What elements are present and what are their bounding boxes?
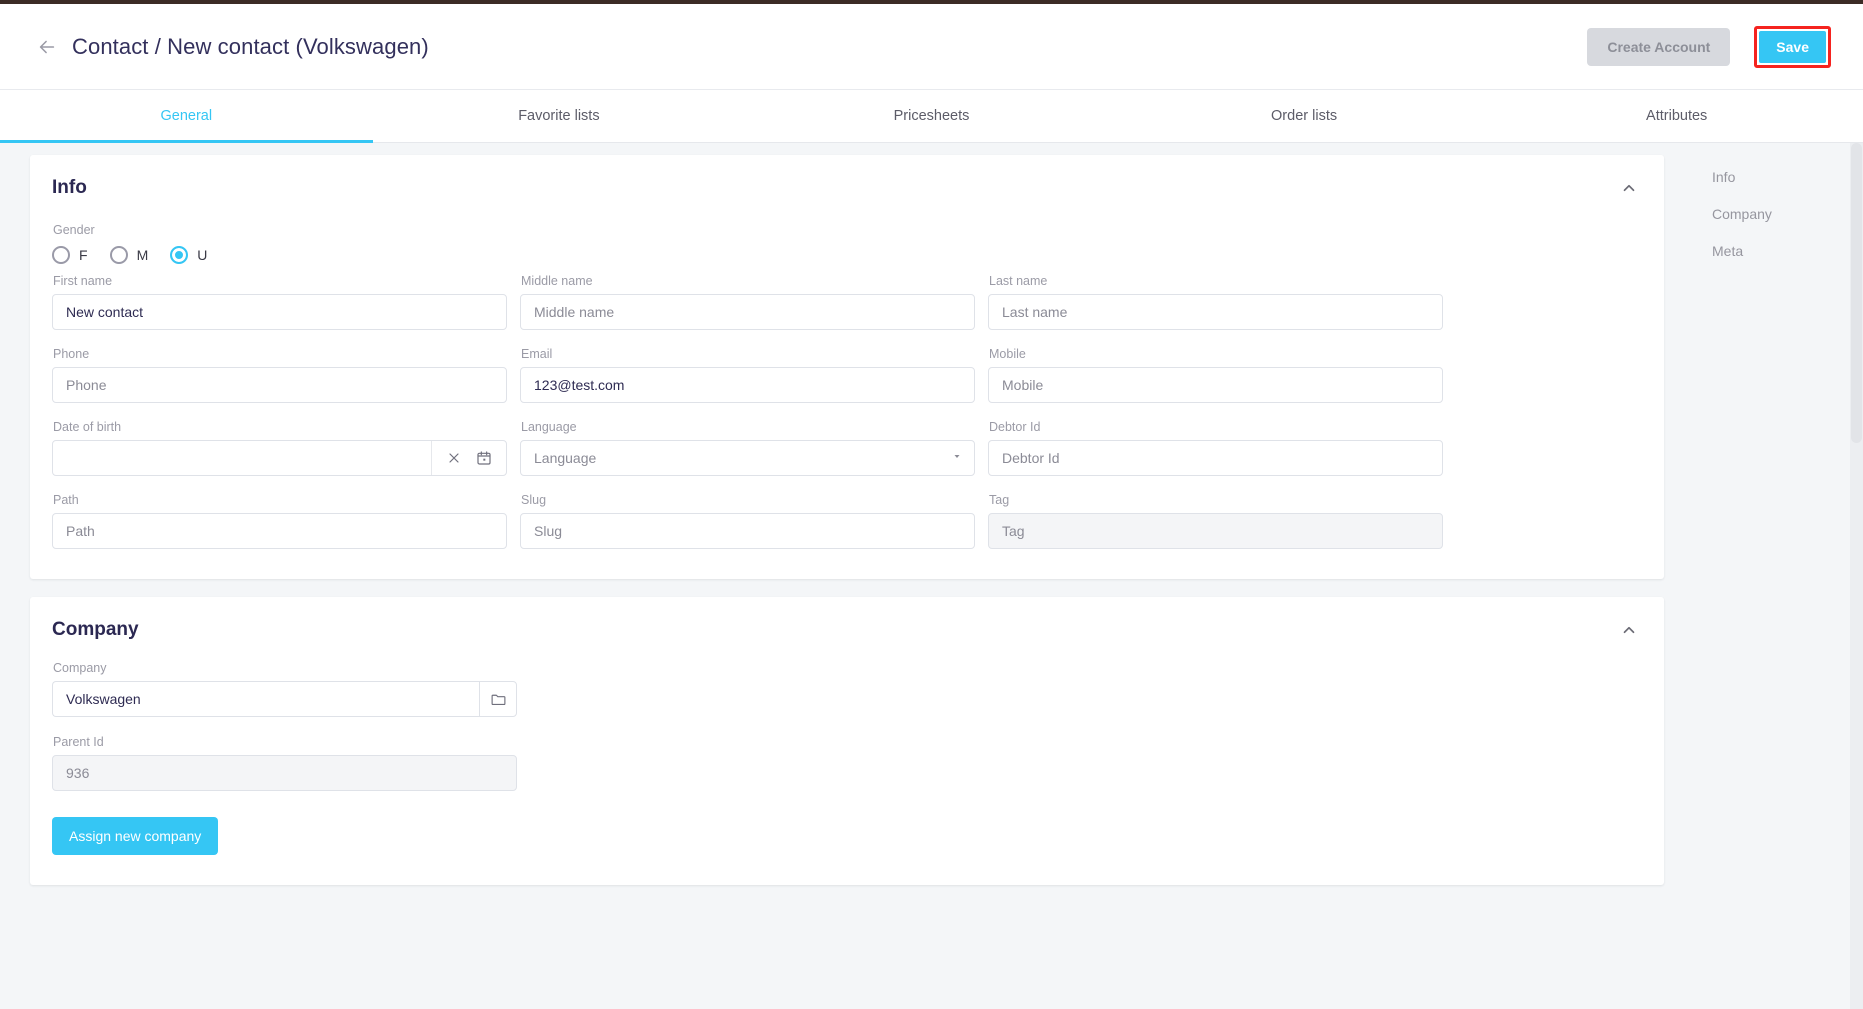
save-button-highlight: Save bbox=[1754, 25, 1831, 68]
gender-radio-group: F M U bbox=[52, 246, 1640, 264]
language-select[interactable] bbox=[520, 440, 975, 476]
info-section-header: Info bbox=[52, 177, 1640, 201]
rail-item-info[interactable]: Info bbox=[1712, 169, 1850, 185]
company-section-header: Company bbox=[52, 619, 1640, 643]
middle-name-input[interactable] bbox=[520, 294, 975, 330]
first-name-label: First name bbox=[53, 274, 113, 288]
back-arrow-icon[interactable] bbox=[34, 34, 60, 60]
language-label: Language bbox=[521, 420, 577, 434]
create-account-button[interactable]: Create Account bbox=[1587, 27, 1731, 66]
chevron-up-icon[interactable] bbox=[1618, 177, 1640, 199]
tab-pricesheets[interactable]: Pricesheets bbox=[745, 90, 1118, 142]
tag-field: Tag bbox=[988, 493, 1443, 549]
date-of-birth-control bbox=[52, 440, 507, 476]
language-select-wrap bbox=[520, 440, 975, 476]
company-name-label: Company bbox=[53, 661, 107, 675]
gender-radio-m[interactable] bbox=[109, 246, 128, 264]
info-section-title: Info bbox=[52, 177, 87, 198]
company-section-title: Company bbox=[52, 619, 139, 640]
gender-label: Gender bbox=[53, 223, 95, 237]
tab-bar: General Favorite lists Pricesheets Order… bbox=[0, 90, 1863, 143]
slug-field: Slug bbox=[520, 493, 975, 549]
middle-name-label: Middle name bbox=[521, 274, 593, 288]
middle-name-field: Middle name bbox=[520, 274, 975, 330]
last-name-input[interactable] bbox=[988, 294, 1443, 330]
save-button[interactable]: Save bbox=[1759, 30, 1826, 63]
tag-input[interactable] bbox=[988, 513, 1443, 549]
gender-radio-f-label: F bbox=[79, 247, 88, 263]
last-name-label: Last name bbox=[989, 274, 1048, 288]
section-nav-rail: Info Company Meta bbox=[1690, 143, 1850, 280]
page-scrollbar[interactable] bbox=[1850, 143, 1863, 1009]
info-field-grid: First name Middle name Last name Phone E bbox=[52, 274, 1640, 549]
language-field: Language bbox=[520, 420, 975, 476]
phone-field: Phone bbox=[52, 347, 507, 403]
info-section: Info Gender F M U First name New contact… bbox=[30, 155, 1664, 579]
mobile-input[interactable] bbox=[988, 367, 1443, 403]
gender-radio-u-label: U bbox=[197, 247, 208, 263]
gender-radio-f[interactable] bbox=[52, 246, 70, 264]
company-name-input[interactable] bbox=[52, 681, 479, 717]
form-content: Info Gender F M U First name New contact… bbox=[0, 143, 1690, 1009]
path-field: Path bbox=[52, 493, 507, 549]
page-scrollbar-thumb[interactable] bbox=[1851, 143, 1862, 443]
tag-label: Tag bbox=[989, 493, 1010, 507]
last-name-field: Last name bbox=[988, 274, 1443, 330]
email-input[interactable] bbox=[520, 367, 975, 403]
rail-item-meta[interactable]: Meta bbox=[1712, 243, 1850, 259]
chevron-up-icon[interactable] bbox=[1618, 619, 1640, 641]
page-body: Info Gender F M U First name New contact… bbox=[0, 143, 1863, 1009]
gender-radio-u[interactable] bbox=[170, 246, 189, 264]
folder-icon[interactable] bbox=[479, 681, 517, 717]
debtor-id-field: Debtor Id bbox=[988, 420, 1443, 476]
parent-id-input[interactable] bbox=[52, 755, 517, 791]
date-of-birth-buttons bbox=[431, 441, 506, 475]
parent-id-field: Parent Id bbox=[52, 735, 517, 791]
date-of-birth-field: Date of birth bbox=[52, 420, 507, 476]
date-of-birth-label: Date of birth bbox=[53, 420, 122, 434]
company-section: Company Company Volkswagen Parent Id 936… bbox=[30, 597, 1664, 885]
slug-input[interactable] bbox=[520, 513, 975, 549]
slug-label: Slug bbox=[521, 493, 547, 507]
page-header: Contact / New contact (Volkswagen) Creat… bbox=[0, 4, 1863, 90]
phone-label: Phone bbox=[53, 347, 90, 361]
debtor-id-label: Debtor Id bbox=[989, 420, 1041, 434]
gender-radio-m-label: M bbox=[136, 247, 149, 263]
tab-order-lists[interactable]: Order lists bbox=[1118, 90, 1491, 142]
company-name-control bbox=[52, 681, 517, 717]
first-name-input[interactable] bbox=[52, 294, 507, 330]
phone-input[interactable] bbox=[52, 367, 507, 403]
gender-field: Gender F M U bbox=[52, 223, 1640, 264]
mobile-field: Mobile bbox=[988, 347, 1443, 403]
date-of-birth-input[interactable] bbox=[53, 441, 431, 475]
close-icon[interactable] bbox=[440, 443, 468, 473]
rail-item-company[interactable]: Company bbox=[1712, 206, 1850, 222]
path-label: Path bbox=[53, 493, 79, 507]
first-name-field: First name bbox=[52, 274, 507, 330]
company-name-field: Company bbox=[52, 661, 1640, 717]
page-title: Contact / New contact (Volkswagen) bbox=[72, 33, 429, 59]
tab-favorite-lists[interactable]: Favorite lists bbox=[373, 90, 746, 142]
mobile-label: Mobile bbox=[989, 347, 1026, 361]
debtor-id-input[interactable] bbox=[988, 440, 1443, 476]
parent-id-label: Parent Id bbox=[53, 735, 104, 749]
email-label: Email bbox=[521, 347, 553, 361]
calendar-icon[interactable] bbox=[470, 443, 498, 473]
assign-new-company-button[interactable]: Assign new company bbox=[52, 817, 219, 855]
tab-attributes[interactable]: Attributes bbox=[1490, 90, 1863, 142]
tab-general[interactable]: General bbox=[0, 90, 373, 143]
path-input[interactable] bbox=[52, 513, 507, 549]
email-field: Email bbox=[520, 347, 975, 403]
